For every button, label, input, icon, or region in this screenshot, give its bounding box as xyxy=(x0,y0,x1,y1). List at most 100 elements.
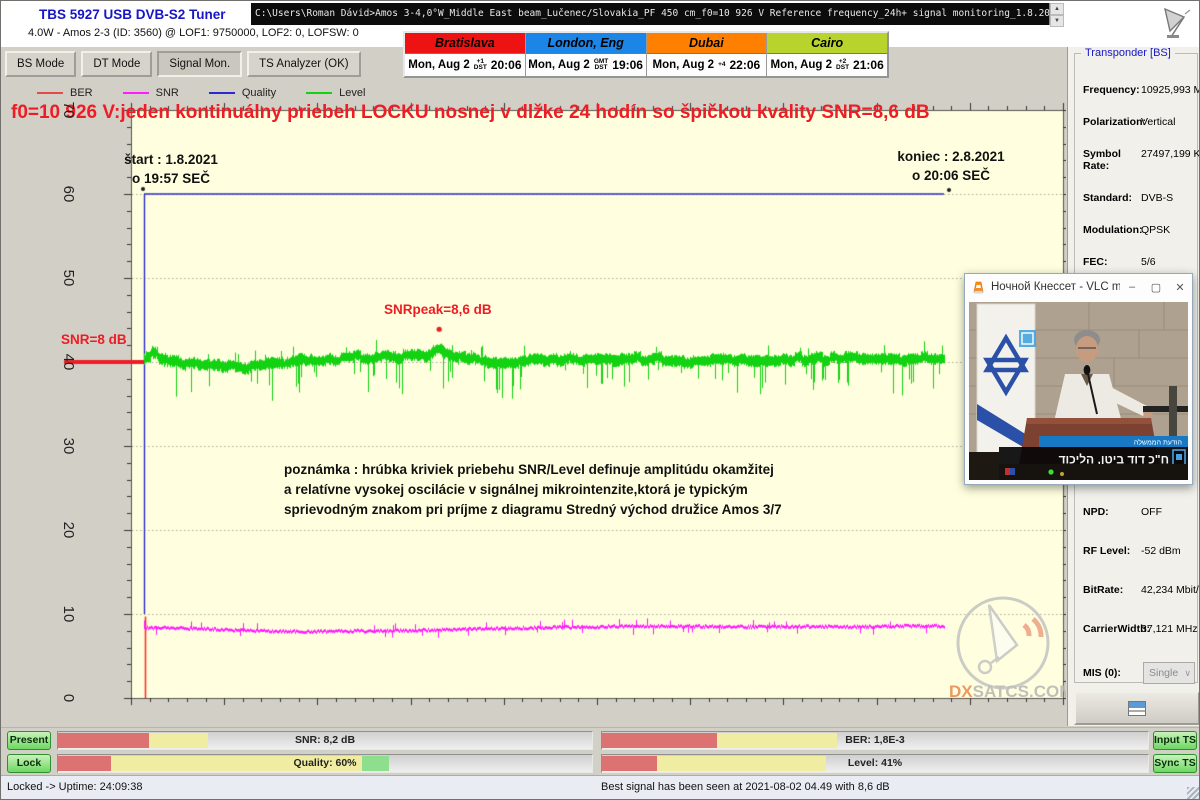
y-axis-label: 30 xyxy=(56,431,80,461)
field-label: Frequency: xyxy=(1083,84,1141,96)
transponder-title: Transponder [BS] xyxy=(1081,47,1175,59)
field-value: DVB-S xyxy=(1141,192,1173,204)
field-value: 10925,993 MHz xyxy=(1141,84,1200,96)
legend-label: SNR xyxy=(156,87,179,99)
sync-ts-button[interactable]: Sync TS xyxy=(1153,754,1197,773)
field-label: Standard: xyxy=(1083,192,1141,204)
annotation-note: poznámka : hrúbka kriviek priebehu SNR/L… xyxy=(284,460,782,520)
console-scrollbar[interactable]: ▲ ▼ xyxy=(1049,3,1064,25)
clock-offset: +1DST xyxy=(474,59,487,72)
y-axis-label: 60 xyxy=(56,179,80,209)
vlc-titlebar[interactable]: Ночной Кнессет - VLC med... – ▢ ✕ xyxy=(965,274,1192,300)
snr-meter: SNR: 8,2 dB xyxy=(57,731,593,750)
clock-datetime: Mon, Aug 2+2DST 21:06 xyxy=(767,54,887,76)
clock-time: 21:06 xyxy=(853,58,884,72)
field-label: Polarization: xyxy=(1083,116,1141,128)
transponder-fields-top: Frequency:10925,993 MHz Polarization:Vert… xyxy=(1083,84,1195,288)
vlc-window[interactable]: Ночной Кнессет - VLC med... – ▢ ✕ xyxy=(964,273,1193,485)
svg-text:הודעת הממשלה: הודעת הממשלה xyxy=(1134,439,1182,447)
meter-label: SNR: 8,2 dB xyxy=(58,732,592,749)
clock-date: Mon, Aug 2 xyxy=(771,59,833,71)
y-axis-label: 10 xyxy=(56,599,80,629)
field-label: Symbol Rate: xyxy=(1083,148,1141,172)
clock-datetime: Mon, Aug 2+1DST20:06 xyxy=(405,54,525,76)
field-value: -52 dBm xyxy=(1141,545,1181,557)
ts-list-icon xyxy=(1128,701,1146,716)
legend-item-quality: Quality xyxy=(209,87,276,99)
meter-label: Quality: 60% xyxy=(58,755,592,772)
mis-label: MIS (0): xyxy=(1083,667,1141,679)
tab-dt-mode[interactable]: DT Mode xyxy=(81,51,152,77)
vlc-maximize-button[interactable]: ▢ xyxy=(1144,281,1168,294)
vlc-cone-icon xyxy=(972,281,985,294)
lock-button[interactable]: Lock xyxy=(7,754,51,773)
ts-list-button[interactable] xyxy=(1074,691,1200,725)
clock-date: Mon, Aug 2 xyxy=(653,59,715,71)
scroll-down-icon[interactable]: ▼ xyxy=(1050,15,1064,27)
chart-legend: BERSNRQualityLevel xyxy=(37,85,365,101)
field-value: Vertical xyxy=(1141,116,1175,128)
tab-bs-mode[interactable]: BS Mode xyxy=(5,51,76,77)
clock-datetime: Mon, Aug 2+422:06 xyxy=(647,54,767,76)
field-value: QPSK xyxy=(1141,224,1170,236)
svg-text:DXSATCS.COM: DXSATCS.COM xyxy=(949,682,1066,701)
annotation-snr-peak: SNRpeak=8,6 dB xyxy=(384,300,492,319)
vlc-title: Ночной Кнессет - VLC med... xyxy=(991,281,1120,293)
clock-offset: +2DST xyxy=(836,59,849,72)
field-row: Standard:DVB-S xyxy=(1083,192,1195,204)
chevron-down-icon: ∨ xyxy=(1184,668,1191,679)
tab-signal-mon-[interactable]: Signal Mon. xyxy=(157,51,242,77)
legend-label: Quality xyxy=(242,87,276,99)
clock-time: 22:06 xyxy=(730,58,761,72)
app-title: TBS 5927 USB DVB-S2 Tuner xyxy=(39,7,226,22)
field-value: OFF xyxy=(1141,506,1162,518)
field-label: NPD: xyxy=(1083,506,1141,518)
scroll-up-icon[interactable]: ▲ xyxy=(1050,3,1064,15)
field-row: Symbol Rate:27497,199 KS/s xyxy=(1083,148,1195,172)
field-row: Frequency:10925,993 MHz xyxy=(1083,84,1195,96)
status-lock-text: Locked -> Uptime: 24:09:38 xyxy=(7,781,142,793)
field-value: 37,121 MHz xyxy=(1141,623,1198,635)
status-best-text: Best signal has been seen at 2021-08-02 … xyxy=(601,781,890,793)
chart-title: f0=10 926 V:jeden kontinuálny priebeh LO… xyxy=(11,103,1063,122)
dxsatcs-watermark: DXSATCS.COM xyxy=(941,593,1066,705)
field-label: Modulation: xyxy=(1083,224,1141,236)
input-ts-button[interactable]: Input TS xyxy=(1153,731,1197,750)
clock-city-header: Bratislava xyxy=(405,33,525,54)
field-row: NPD:OFF xyxy=(1083,506,1195,518)
field-row: RF Level:-52 dBm xyxy=(1083,545,1195,557)
antenna-icon xyxy=(1157,4,1193,40)
clock-time: 19:06 xyxy=(612,58,643,72)
app-window: TBS 5927 USB DVB-S2 Tuner 4.0W - Amos 2-… xyxy=(0,0,1200,800)
transponder-fields-bottom: NPD:OFFRF Level:-52 dBmBitRate:42,234 Mb… xyxy=(1083,506,1195,684)
field-value: 42,234 Mbit/s xyxy=(1141,584,1200,596)
status-bar: Locked -> Uptime: 24:09:38 Best signal h… xyxy=(1,775,1200,800)
tab-ts-analyzer-ok-[interactable]: TS Analyzer (OK) xyxy=(247,51,360,77)
field-label: BitRate: xyxy=(1083,584,1141,596)
legend-label: Level xyxy=(339,87,365,99)
vlc-minimize-button[interactable]: – xyxy=(1120,281,1144,293)
clock-date: Mon, Aug 2 xyxy=(528,59,590,71)
clock-time: 20:06 xyxy=(491,58,522,72)
clock-dubai: DubaiMon, Aug 2+422:06 xyxy=(647,33,768,76)
clock-datetime: Mon, Aug 2GMTDST19:06 xyxy=(526,54,646,76)
legend-swatch xyxy=(37,92,63,94)
y-axis-label: 20 xyxy=(56,515,80,545)
quality-meter: Quality: 60% xyxy=(57,754,593,773)
meter-label: Level: 41% xyxy=(602,755,1148,772)
clock-london-eng: London, EngMon, Aug 2GMTDST19:06 xyxy=(526,33,647,76)
field-row: FEC:5/6 xyxy=(1083,256,1195,268)
clock-city-header: Cairo xyxy=(767,33,887,54)
field-row: Polarization:Vertical xyxy=(1083,116,1195,128)
console-titlebar[interactable]: C:\Users\Roman Dávid>Amos 3-4,0°W_Middle… xyxy=(251,3,1063,25)
vlc-close-button[interactable]: ✕ xyxy=(1168,281,1192,294)
vlc-video[interactable]: הודעת הממשלה ח"כ דוד ביטן, הליכוד xyxy=(969,302,1188,480)
resize-grip[interactable] xyxy=(1187,787,1199,799)
legend-swatch xyxy=(123,92,149,94)
y-axis-label: 50 xyxy=(56,263,80,293)
y-axis-label: 70 xyxy=(56,95,80,125)
present-button[interactable]: Present xyxy=(7,731,51,750)
mis-dropdown[interactable]: Single∨ xyxy=(1143,662,1195,684)
field-label: RF Level: xyxy=(1083,545,1141,557)
field-label: CarrierWidth: xyxy=(1083,623,1141,635)
